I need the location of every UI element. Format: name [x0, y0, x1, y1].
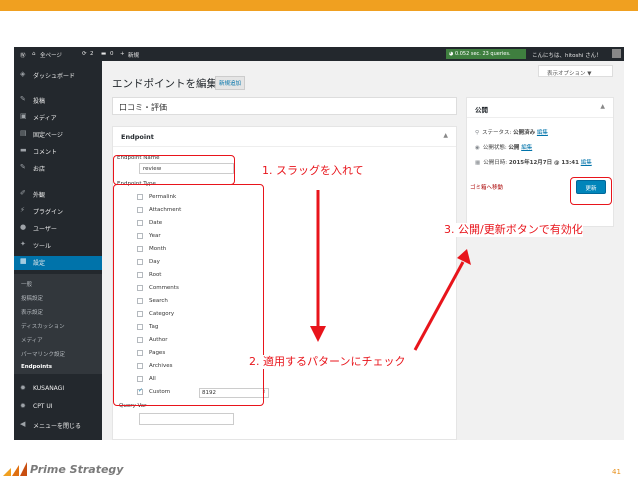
- annotation-step1: 1. スラッグを入れて: [262, 164, 364, 178]
- page-number: 41: [612, 468, 621, 476]
- annotation-step2: 2. 適用するパターンにチェック: [249, 355, 406, 369]
- annotation-step3: 3. 公開/更新ボタンで有効化: [444, 223, 583, 237]
- brand-name: Prime Strategy: [30, 463, 124, 476]
- logo-mark-icon: [3, 462, 27, 476]
- prime-strategy-logo: Prime Strategy: [3, 462, 163, 478]
- annotation-arrows: [310, 190, 471, 351]
- arrow-up-right-icon: [413, 249, 471, 351]
- arrow-down-icon: [310, 190, 326, 342]
